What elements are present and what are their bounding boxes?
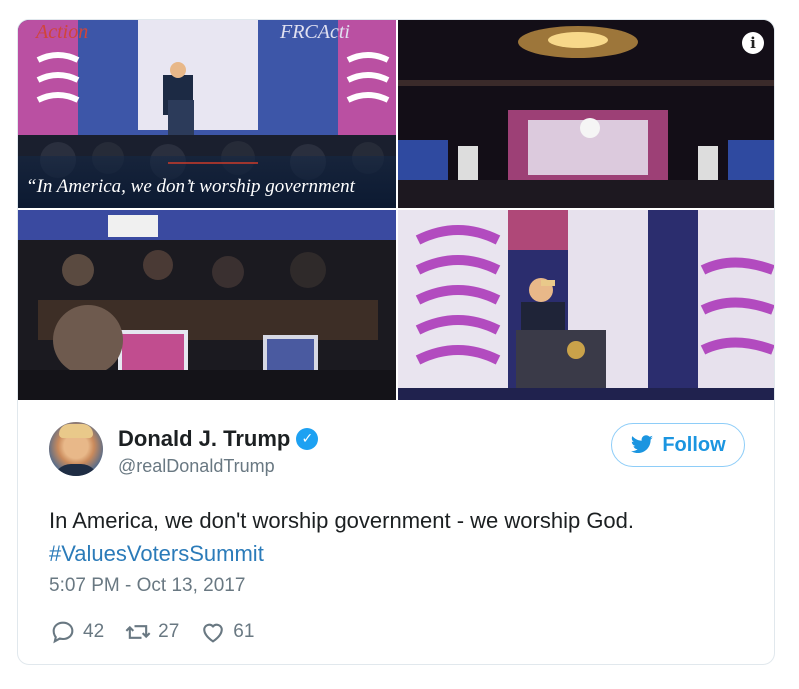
author-name[interactable]: Donald J. Trump	[118, 426, 290, 452]
twitter-bird-icon	[631, 435, 654, 453]
follow-label: Follow	[662, 433, 726, 456]
photo-caption-text: “In America, we don’t worship government	[26, 176, 355, 197]
like-action[interactable]: 61	[199, 618, 254, 646]
author-name-row: Donald J. Trump ✓	[118, 426, 319, 452]
author-avatar[interactable]	[49, 422, 103, 476]
verified-badge-icon: ✓	[296, 428, 319, 450]
tweet-body-text: In America, we don't worship government …	[49, 508, 635, 533]
reply-action[interactable]: 42	[49, 618, 104, 646]
hashtag-link[interactable]: #ValuesVotersSummit	[49, 537, 749, 570]
photo-ballroom[interactable]: i	[398, 20, 774, 208]
tweet-text: In America, we don't worship government …	[49, 504, 749, 570]
photo-laptops-illustration	[18, 210, 396, 400]
photo-speaker-podium[interactable]	[398, 210, 774, 400]
embedded-tweet-card: Action FRCActi “In America, we don’t wor…	[17, 19, 775, 665]
reply-icon	[52, 621, 74, 644]
photo-grid: Action FRCActi “In America, we don’t wor…	[18, 20, 774, 400]
photo-podium-caption[interactable]: Action FRCActi “In America, we don’t wor…	[18, 20, 396, 208]
banner-text-right: FRCActi	[279, 21, 350, 43]
tweet-actions: 42 27 61	[49, 618, 254, 646]
caption-divider	[168, 162, 258, 164]
heart-icon	[203, 623, 224, 643]
retweet-count: 27	[158, 621, 180, 642]
photo-press-laptops[interactable]	[18, 210, 396, 400]
avatar-suit	[53, 464, 99, 476]
banner-text-left: Action	[34, 21, 88, 43]
photo-ballroom-illustration	[398, 20, 774, 208]
follow-button[interactable]: Follow	[611, 423, 745, 467]
avatar-hair	[59, 424, 93, 438]
info-icon[interactable]: i	[742, 32, 764, 54]
retweet-icon	[125, 625, 151, 639]
tweet-timestamp[interactable]: 5:07 PM - Oct 13, 2017	[49, 575, 245, 597]
retweet-action[interactable]: 27	[124, 618, 179, 646]
photo-caption-overlay: “In America, we don’t worship government	[18, 156, 396, 208]
reply-count: 42	[83, 621, 105, 642]
like-count: 61	[233, 621, 255, 642]
author-handle[interactable]: @realDonaldTrump	[118, 456, 275, 477]
photo-speaker-illustration	[398, 210, 774, 400]
